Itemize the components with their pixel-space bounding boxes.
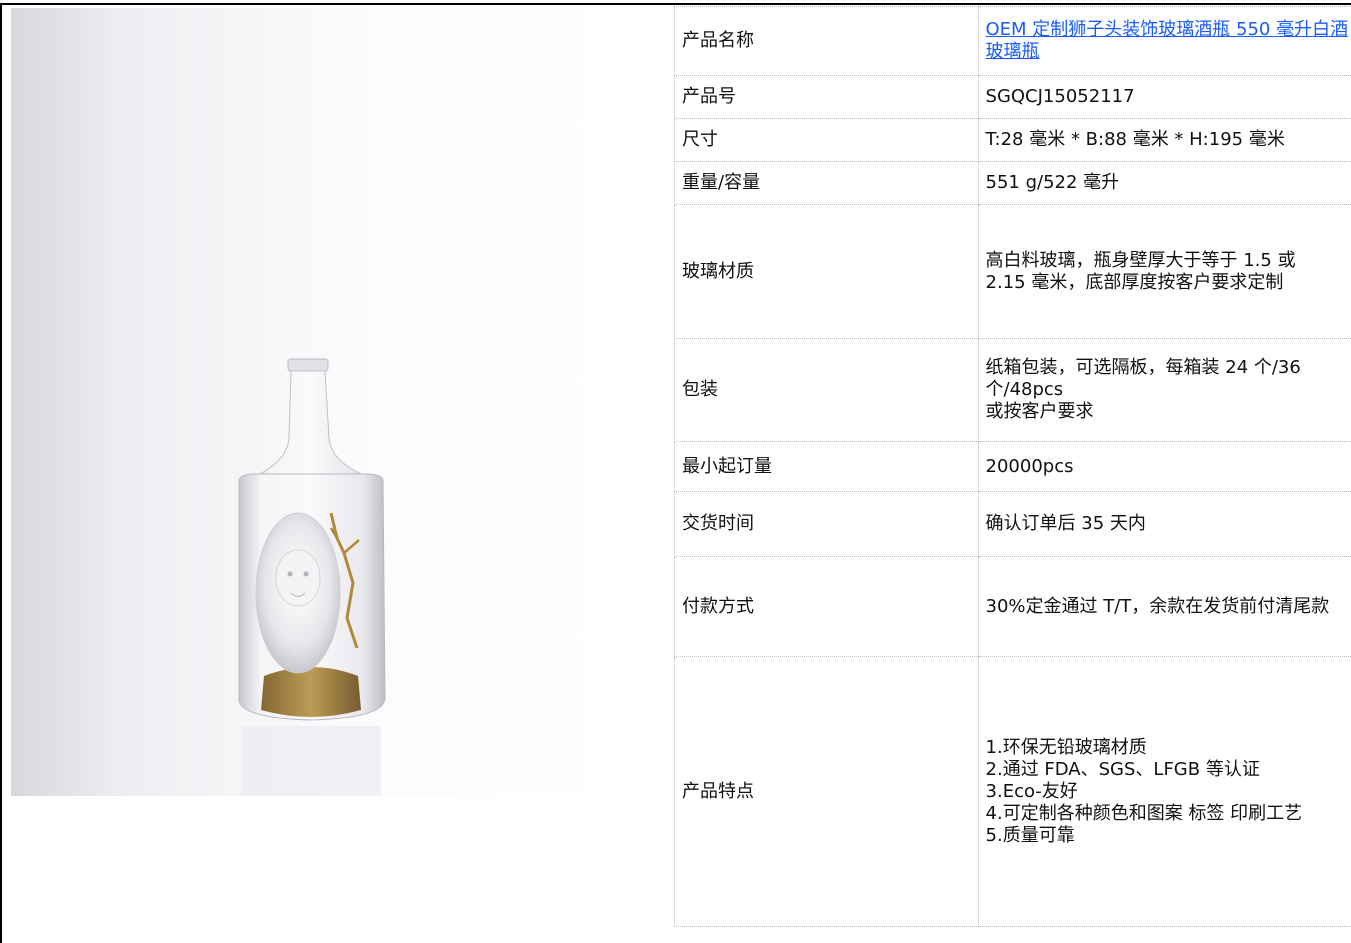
spec-label: 玻璃材质 xyxy=(675,205,979,339)
spec-label: 尺寸 xyxy=(675,119,979,162)
spec-value-line: 5.质量可靠 xyxy=(986,825,1351,847)
spec-value: 确认订单后 35 天内 xyxy=(978,492,1351,557)
spec-label: 重量/容量 xyxy=(675,162,979,205)
product-name-link[interactable]: OEM 定制狮子头装饰玻璃酒瓶 550 毫升白酒玻璃瓶 xyxy=(986,19,1349,62)
spec-value-line: 1.环保无铅玻璃材质 xyxy=(986,737,1351,759)
spec-label: 产品特点 xyxy=(675,657,979,927)
spec-value: 20000pcs xyxy=(978,442,1351,492)
spec-label: 产品名称 xyxy=(675,7,979,76)
table-row: 产品号 SGQCJ15052117 xyxy=(675,76,1351,119)
spec-value: OEM 定制狮子头装饰玻璃酒瓶 550 毫升白酒玻璃瓶 xyxy=(978,7,1351,76)
table-row: 产品名称 OEM 定制狮子头装饰玻璃酒瓶 550 毫升白酒玻璃瓶 xyxy=(675,7,1351,76)
table-row: 尺寸 T:28 毫米 * B:88 毫米 * H:195 毫米 xyxy=(675,119,1351,162)
spec-value-line: 2.通过 FDA、SGS、LFGB 等认证 xyxy=(986,759,1351,781)
table-row: 交货时间 确认订单后 35 天内 xyxy=(675,492,1351,557)
spec-value-line: 或按客户要求 xyxy=(986,401,1351,423)
spec-value: 30%定金通过 T/T，余款在发货前付清尾款 xyxy=(978,557,1351,657)
spec-value: 纸箱包装，可选隔板，每箱装 24 个/36 个/48pcs 或按客户要求 xyxy=(978,339,1351,442)
spec-value-line: 2.15 毫米，底部厚度按客户要求定制 xyxy=(986,272,1351,294)
spec-table: 产品名称 OEM 定制狮子头装饰玻璃酒瓶 550 毫升白酒玻璃瓶 产品号 SGQ… xyxy=(674,6,1351,927)
spec-value: SGQCJ15052117 xyxy=(978,76,1351,119)
spec-label: 产品号 xyxy=(675,76,979,119)
spec-value-line: 纸箱包装，可选隔板，每箱装 24 个/36 个/48pcs xyxy=(986,357,1351,401)
spec-label: 付款方式 xyxy=(675,557,979,657)
spec-value-line: 3.Eco-友好 xyxy=(986,781,1351,803)
table-row: 产品特点 1.环保无铅玻璃材质 2.通过 FDA、SGS、LFGB 等认证 3.… xyxy=(675,657,1351,927)
spec-value: 551 g/522 毫升 xyxy=(978,162,1351,205)
spec-value: 高白料玻璃，瓶身壁厚大于等于 1.5 或 2.15 毫米，底部厚度按客户要求定制 xyxy=(978,205,1351,339)
bottle-illustration xyxy=(11,8,612,796)
table-row: 玻璃材质 高白料玻璃，瓶身壁厚大于等于 1.5 或 2.15 毫米，底部厚度按客… xyxy=(675,205,1351,339)
spec-value-line: 4.可定制各种颜色和图案 标签 印刷工艺 xyxy=(986,803,1351,825)
spec-value: 1.环保无铅玻璃材质 2.通过 FDA、SGS、LFGB 等认证 3.Eco-友… xyxy=(978,657,1351,927)
product-photo xyxy=(11,8,612,796)
spec-label: 最小起订量 xyxy=(675,442,979,492)
spec-label: 包装 xyxy=(675,339,979,442)
table-row: 最小起订量 20000pcs xyxy=(675,442,1351,492)
spec-label: 交货时间 xyxy=(675,492,979,557)
table-row: 包装 纸箱包装，可选隔板，每箱装 24 个/36 个/48pcs 或按客户要求 xyxy=(675,339,1351,442)
spec-value-line: 高白料玻璃，瓶身壁厚大于等于 1.5 或 xyxy=(986,250,1351,272)
spec-value: T:28 毫米 * B:88 毫米 * H:195 毫米 xyxy=(978,119,1351,162)
table-row: 重量/容量 551 g/522 毫升 xyxy=(675,162,1351,205)
table-row: 付款方式 30%定金通过 T/T，余款在发货前付清尾款 xyxy=(675,557,1351,657)
